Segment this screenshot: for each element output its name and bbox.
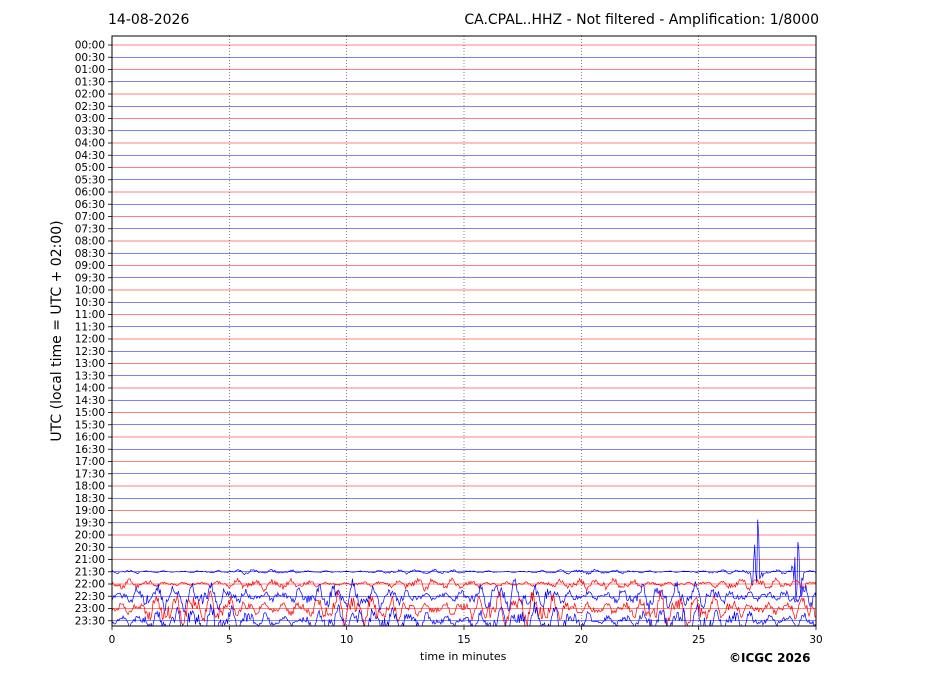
row-label: 13:30 <box>75 370 105 382</box>
row-label: 05:30 <box>75 174 105 186</box>
row-label: 21:30 <box>75 566 105 578</box>
x-tick-label: 15 <box>457 634 470 646</box>
x-tick-label: 5 <box>226 634 233 646</box>
row-label: 01:00 <box>75 64 105 76</box>
row-label: 18:00 <box>75 481 105 493</box>
x-tick-label: 10 <box>340 634 353 646</box>
row-label: 11:00 <box>75 309 105 321</box>
row-label: 12:30 <box>75 346 105 358</box>
row-label: 02:30 <box>75 101 105 113</box>
row-label: 13:00 <box>75 358 105 370</box>
row-label: 11:30 <box>75 321 105 333</box>
row-label: 16:00 <box>75 432 105 444</box>
row-label: 01:30 <box>75 76 105 88</box>
row-label: 21:00 <box>75 554 105 566</box>
row-label: 23:30 <box>75 615 105 627</box>
row-label: 22:30 <box>75 591 105 603</box>
row-label: 04:30 <box>75 150 105 162</box>
row-label: 15:00 <box>75 407 105 419</box>
row-label: 14:30 <box>75 395 105 407</box>
row-label: 07:30 <box>75 223 105 235</box>
row-label: 20:30 <box>75 542 105 554</box>
row-label: 07:00 <box>75 211 105 223</box>
row-label: 08:30 <box>75 248 105 260</box>
row-label: 19:30 <box>75 517 105 529</box>
row-label: 00:00 <box>75 40 105 52</box>
x-axis-ticks: 0 5 10 15 20 25 30 <box>109 626 823 646</box>
row-label: 10:30 <box>75 297 105 309</box>
row-label: 06:00 <box>75 187 105 199</box>
row-time-labels: 00:0000:3001:0001:3002:0002:3003:0003:30… <box>75 40 112 627</box>
row-label: 10:00 <box>75 285 105 297</box>
row-label: 16:30 <box>75 444 105 456</box>
row-label: 04:00 <box>75 138 105 150</box>
row-label: 05:00 <box>75 162 105 174</box>
x-tick-label: 25 <box>692 634 705 646</box>
row-label: 12:00 <box>75 334 105 346</box>
row-label: 02:00 <box>75 89 105 101</box>
x-tick-label: 30 <box>809 634 822 646</box>
row-label: 20:00 <box>75 530 105 542</box>
seismogram-chart: 00:0000:3001:0001:3002:0002:3003:0003:30… <box>75 35 823 646</box>
x-tick-label: 0 <box>109 634 116 646</box>
row-label: 08:00 <box>75 236 105 248</box>
seismic-trace-2200 <box>112 577 816 593</box>
row-label: 09:30 <box>75 272 105 284</box>
row-label: 22:00 <box>75 579 105 591</box>
vertical-grid <box>229 36 699 626</box>
row-label: 09:00 <box>75 260 105 272</box>
row-label: 18:30 <box>75 493 105 505</box>
row-label: 17:30 <box>75 468 105 480</box>
row-label: 03:00 <box>75 113 105 125</box>
row-label: 14:00 <box>75 383 105 395</box>
row-label: 03:30 <box>75 125 105 137</box>
row-label: 00:30 <box>75 52 105 64</box>
row-label: 15:30 <box>75 419 105 431</box>
x-tick-label: 20 <box>575 634 588 646</box>
row-label: 19:00 <box>75 505 105 517</box>
row-label: 17:00 <box>75 456 105 468</box>
row-label: 23:00 <box>75 603 105 615</box>
row-label: 06:30 <box>75 199 105 211</box>
